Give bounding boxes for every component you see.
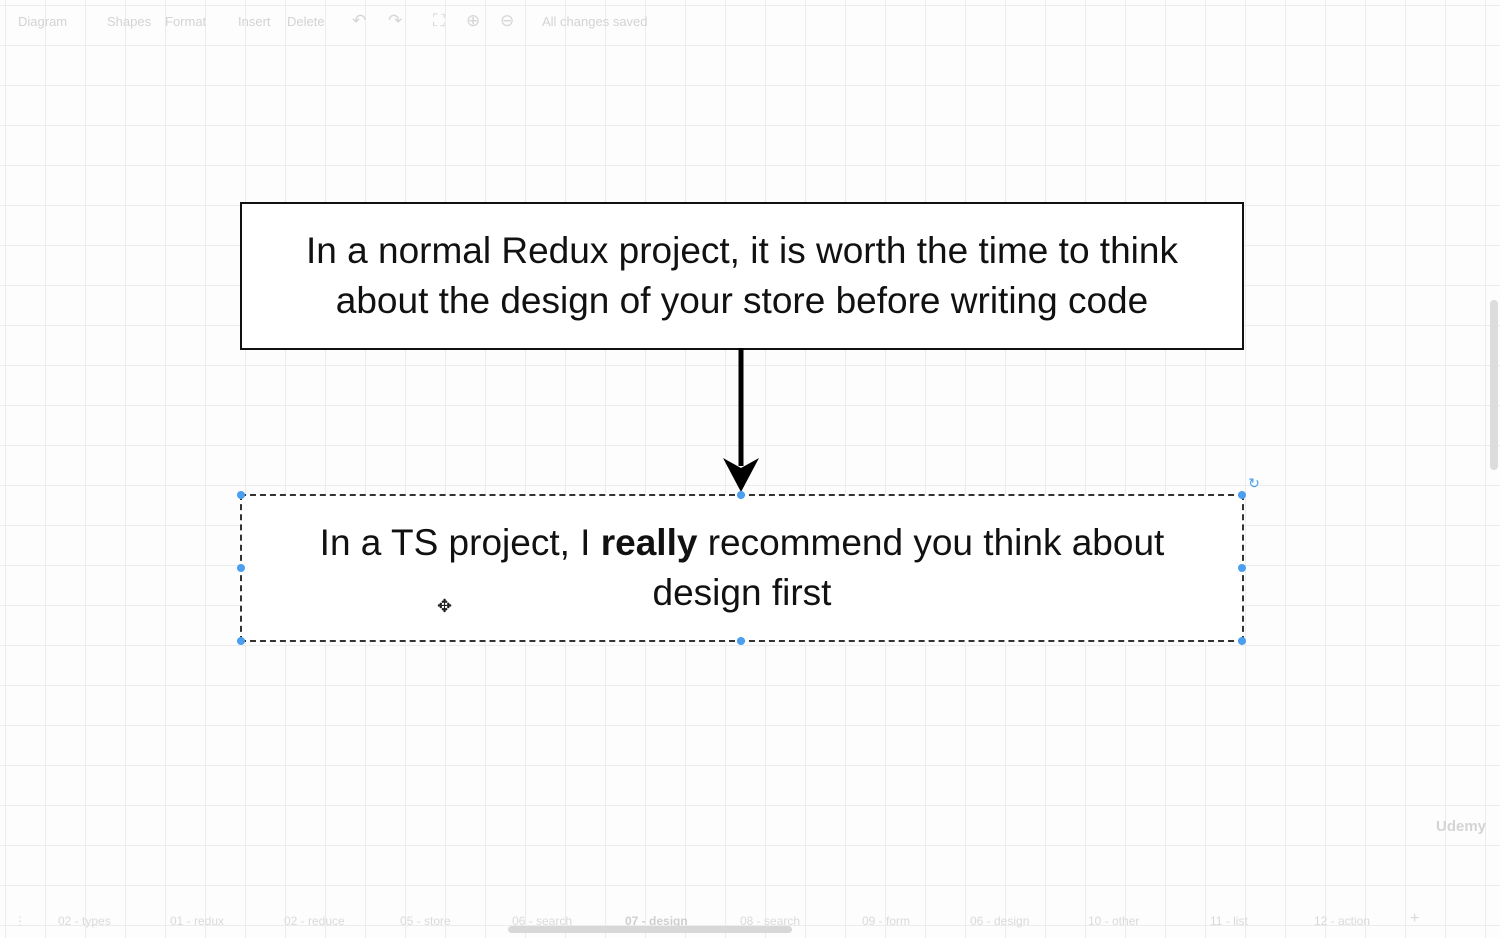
rotate-handle-icon[interactable]: ↻ <box>1246 475 1262 491</box>
menu-format[interactable]: Format <box>165 14 206 29</box>
resize-handle-n[interactable] <box>737 491 745 499</box>
page-tab[interactable]: 01 - redux <box>170 914 224 928</box>
page-tab[interactable]: 02 - reduce <box>284 914 345 928</box>
watermark-logo: Udemy <box>1436 818 1487 835</box>
connector-arrow[interactable] <box>715 348 767 494</box>
top-process-box[interactable]: In a normal Redux project, it is worth t… <box>240 202 1244 350</box>
resize-handle-w[interactable] <box>237 564 245 572</box>
menu-delete[interactable]: Delete <box>287 14 325 29</box>
redo-icon[interactable]: ↷ <box>388 11 402 31</box>
fullscreen-icon[interactable]: ⛶ <box>433 11 445 31</box>
bottom-box-prefix: In a TS project, I <box>319 522 601 563</box>
menu-shapes[interactable]: Shapes <box>107 14 151 29</box>
menu-diagram[interactable]: Diagram <box>18 14 67 29</box>
page-tab[interactable]: 06 - design <box>970 914 1029 928</box>
top-box-line-2: about the design of your store before wr… <box>335 280 1149 321</box>
page-tab[interactable]: 05 - store <box>400 914 451 928</box>
pages-menu-icon[interactable]: ⋮ <box>14 914 26 928</box>
page-tabs-bar: ⋮ 02 - types 01 - redux 02 - reduce 05 -… <box>0 906 1500 938</box>
menu-insert[interactable]: Insert <box>238 14 271 29</box>
toolbar: Diagram Shapes Format Insert Delete ↶ ↷ … <box>0 0 1500 44</box>
bottom-box-line-2: design first <box>652 572 832 613</box>
horizontal-scrollbar[interactable] <box>508 926 792 933</box>
page-tab[interactable]: 11 - list <box>1210 914 1248 928</box>
undo-icon[interactable]: ↶ <box>352 11 366 31</box>
resize-handle-e[interactable] <box>1238 564 1246 572</box>
bottom-box-suffix: recommend you think about <box>697 522 1165 563</box>
resize-handle-se[interactable] <box>1238 637 1246 645</box>
page-tab[interactable]: 12 - action <box>1314 914 1370 928</box>
zoom-in-icon[interactable]: ⊕ <box>466 11 480 31</box>
bottom-box-text: In a TS project, I really recommend you … <box>262 518 1222 618</box>
move-cursor-icon: ✥ <box>437 596 453 616</box>
add-page-icon[interactable]: + <box>1410 910 1419 928</box>
save-status: All changes saved <box>542 14 648 29</box>
bottom-box-bold-word: really <box>600 522 698 563</box>
top-box-line-1: In a normal Redux project, it is worth t… <box>306 230 1178 271</box>
bottom-process-box-selected[interactable]: In a TS project, I really recommend you … <box>240 494 1244 642</box>
zoom-out-icon[interactable]: ⊖ <box>500 11 514 31</box>
page-tab[interactable]: 02 - types <box>58 914 111 928</box>
resize-handle-nw[interactable] <box>237 491 245 499</box>
page-tab[interactable]: 09 - form <box>862 914 910 928</box>
resize-handle-s[interactable] <box>737 637 745 645</box>
top-box-text: In a normal Redux project, it is worth t… <box>252 226 1232 326</box>
vertical-scrollbar[interactable] <box>1490 300 1498 470</box>
resize-handle-ne[interactable] <box>1238 491 1246 499</box>
resize-handle-sw[interactable] <box>237 637 245 645</box>
page-tab[interactable]: 10 - other <box>1088 914 1139 928</box>
